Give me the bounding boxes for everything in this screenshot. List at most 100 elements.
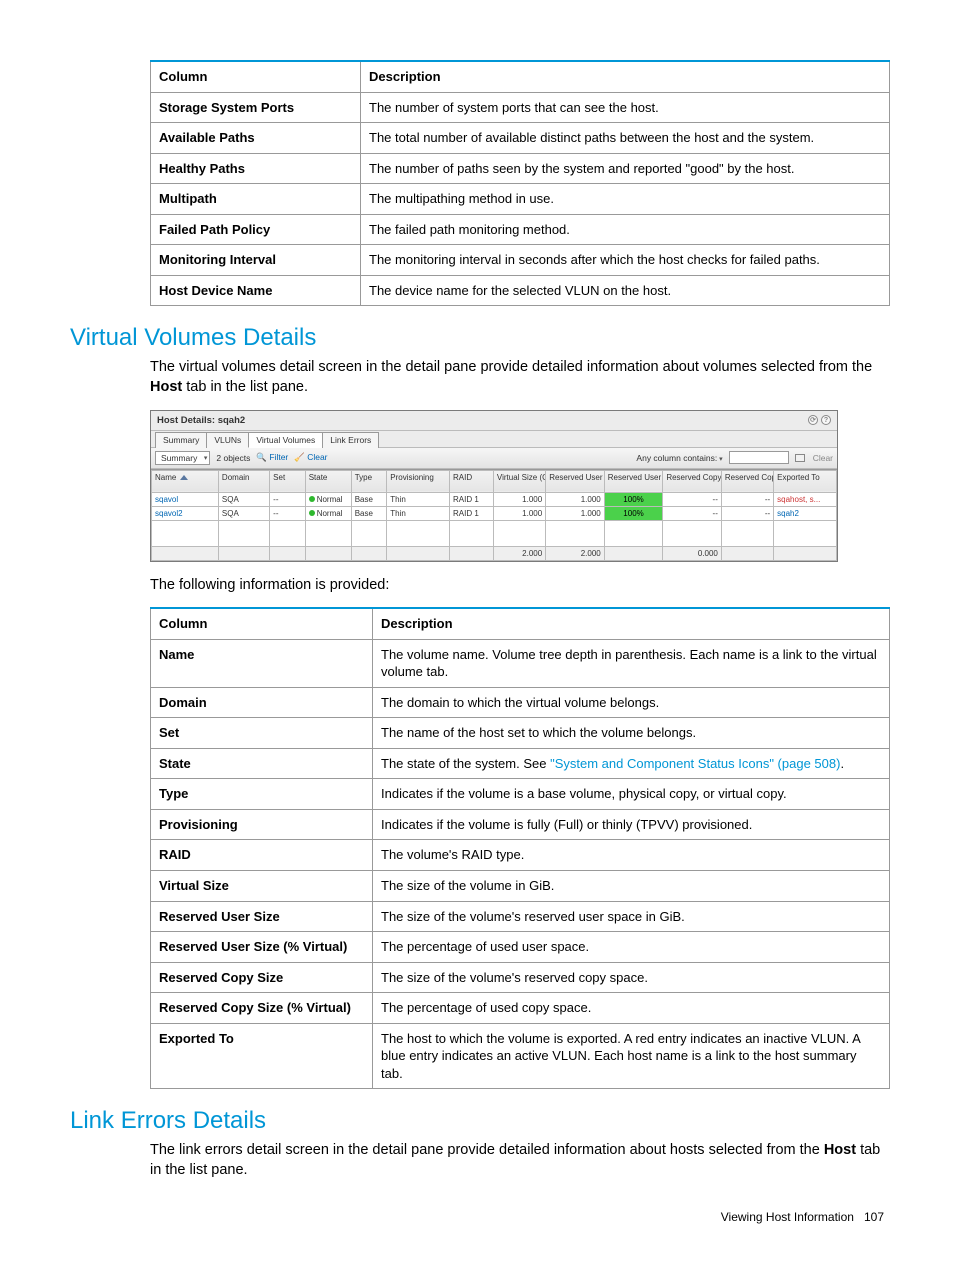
t2-col-desc: The percentage of used user space.	[373, 932, 890, 963]
volume-name-link[interactable]: sqavol	[152, 492, 219, 506]
tab-vluns[interactable]: VLUNs	[206, 432, 249, 448]
volume-name-link[interactable]: sqavol2	[152, 506, 219, 520]
grid-header[interactable]: State	[305, 470, 351, 492]
t2-col-desc: The size of the volume's reserved user s…	[373, 901, 890, 932]
cell: --	[721, 506, 773, 520]
t1-col-desc: The device name for the selected VLUN on…	[361, 275, 890, 306]
column-filter-label[interactable]: Any column contains:	[636, 453, 722, 463]
column-description-table-1: Column Description Storage System PortsT…	[150, 60, 890, 306]
t2-col-name: Virtual Size	[151, 870, 373, 901]
t2-col-name: RAID	[151, 840, 373, 871]
tab-link-errors[interactable]: Link Errors	[322, 432, 379, 448]
filter-link[interactable]: 🔍 Filter	[256, 452, 288, 463]
cell: 1.000	[493, 506, 545, 520]
virtual-volumes-details-heading: Virtual Volumes Details	[70, 324, 884, 352]
t1-col-desc: The failed path monitoring method.	[361, 214, 890, 245]
t2-col-desc: The domain to which the virtual volume b…	[373, 687, 890, 718]
t2-col-name: State	[151, 748, 373, 779]
t1-col-name: Storage System Ports	[151, 92, 361, 123]
t2-col-desc: The host to which the volume is exported…	[373, 1023, 890, 1089]
host-details-panel: Host Details: sqah2 ⟳ ? SummaryVLUNsVirt…	[150, 410, 838, 562]
grid-header[interactable]: Reserved User Size (GiB)	[546, 470, 605, 492]
t2-col-desc: The volume's RAID type.	[373, 840, 890, 871]
cell: 1.000	[493, 492, 545, 506]
cell: Thin	[387, 492, 450, 506]
column-description-table-2: Column Description NameThe volume name. …	[150, 607, 890, 1089]
export-icon[interactable]	[795, 454, 805, 462]
t1-col-name: Available Paths	[151, 123, 361, 154]
view-dropdown[interactable]: Summary	[155, 451, 210, 465]
cell: --	[663, 506, 722, 520]
grid-header[interactable]: Reserved User Size (% Virtual)	[604, 470, 663, 492]
cell: Base	[351, 506, 387, 520]
link-errors-details-heading: Link Errors Details	[70, 1107, 884, 1135]
grid-header[interactable]: Virtual Size (GiB)	[493, 470, 545, 492]
grid-header[interactable]: Name	[152, 470, 219, 492]
help-icon[interactable]: ?	[821, 415, 831, 425]
cell: Base	[351, 492, 387, 506]
exported-to-link[interactable]: sqahost, s...	[774, 492, 837, 506]
doc-crossref-link[interactable]: "System and Component Status Icons" (pag…	[550, 756, 840, 771]
cell: 100%	[604, 506, 663, 520]
clear-filter-link[interactable]: 🧹 Clear	[294, 452, 327, 463]
cell: 100%	[604, 492, 663, 506]
t1-col-name: Host Device Name	[151, 275, 361, 306]
t2-col-name: Name	[151, 639, 373, 687]
cell: RAID 1	[449, 492, 493, 506]
exported-to-link[interactable]: sqah2	[774, 506, 837, 520]
grid-header[interactable]: Domain	[218, 470, 269, 492]
virtual-volumes-details-para: The virtual volumes detail screen in the…	[150, 358, 884, 397]
cell: RAID 1	[449, 506, 493, 520]
virtual-volumes-grid: NameDomainSetStateTypeProvisioningRAIDVi…	[151, 469, 837, 561]
t2-col-name: Reserved User Size	[151, 901, 373, 932]
t2-col-desc: Indicates if the volume is fully (Full) …	[373, 809, 890, 840]
t2-col-name: Exported To	[151, 1023, 373, 1089]
cell: --	[270, 506, 306, 520]
t1-col-desc: The monitoring interval in seconds after…	[361, 245, 890, 276]
cell: --	[663, 492, 722, 506]
grid-header[interactable]: RAID	[449, 470, 493, 492]
t1-col-name: Failed Path Policy	[151, 214, 361, 245]
grid-header[interactable]: Reserved Copy Size (% Virtual)	[721, 470, 773, 492]
table-row[interactable]: sqavolSQA--NormalBaseThinRAID 11.0001.00…	[152, 492, 837, 506]
refresh-icon[interactable]: ⟳	[808, 415, 818, 425]
t2-col-name: Type	[151, 779, 373, 810]
status-normal-icon	[309, 510, 315, 516]
state-cell: Normal	[305, 506, 351, 520]
clear-button[interactable]: Clear	[813, 453, 833, 463]
page-footer: Viewing Host Information 107	[70, 1210, 884, 1224]
t1-col-name: Healthy Paths	[151, 153, 361, 184]
sort-asc-icon	[180, 475, 188, 480]
t2-col-name: Reserved Copy Size (% Virtual)	[151, 993, 373, 1024]
detail-tabs: SummaryVLUNsVirtual VolumesLink Errors	[151, 431, 837, 447]
t1-col-desc: The total number of available distinct p…	[361, 123, 890, 154]
grid-toolbar: Summary 2 objects 🔍 Filter 🧹 Clear Any c…	[151, 447, 837, 469]
grid-header[interactable]: Reserved Copy Size (GiB)	[663, 470, 722, 492]
cell: Thin	[387, 506, 450, 520]
t1-header-description: Description	[361, 61, 890, 92]
totals-row: 2.0002.0000.000	[152, 546, 837, 560]
table-row[interactable]: sqavol2SQA--NormalBaseThinRAID 11.0001.0…	[152, 506, 837, 520]
t2-col-desc: Indicates if the volume is a base volume…	[373, 779, 890, 810]
cell: 1.000	[546, 492, 605, 506]
t2-col-name: Provisioning	[151, 809, 373, 840]
tab-virtual-volumes[interactable]: Virtual Volumes	[248, 432, 323, 448]
t2-col-name: Reserved Copy Size	[151, 962, 373, 993]
cell: --	[270, 492, 306, 506]
grid-header[interactable]: Type	[351, 470, 387, 492]
t1-header-column: Column	[151, 61, 361, 92]
t2-col-name: Reserved User Size (% Virtual)	[151, 932, 373, 963]
grid-header[interactable]: Exported To	[774, 470, 837, 492]
object-count: 2 objects	[216, 453, 250, 463]
t1-col-name: Monitoring Interval	[151, 245, 361, 276]
grid-header[interactable]: Set	[270, 470, 306, 492]
state-cell: Normal	[305, 492, 351, 506]
grid-header[interactable]: Provisioning	[387, 470, 450, 492]
t2-col-desc: The size of the volume's reserved copy s…	[373, 962, 890, 993]
column-filter-input[interactable]	[729, 451, 789, 464]
table2-intro: The following information is provided:	[150, 576, 884, 596]
tab-summary[interactable]: Summary	[155, 432, 207, 448]
t1-col-desc: The number of system ports that can see …	[361, 92, 890, 123]
t2-col-desc: The percentage of used copy space.	[373, 993, 890, 1024]
panel-title: Host Details: sqah2	[157, 415, 245, 426]
